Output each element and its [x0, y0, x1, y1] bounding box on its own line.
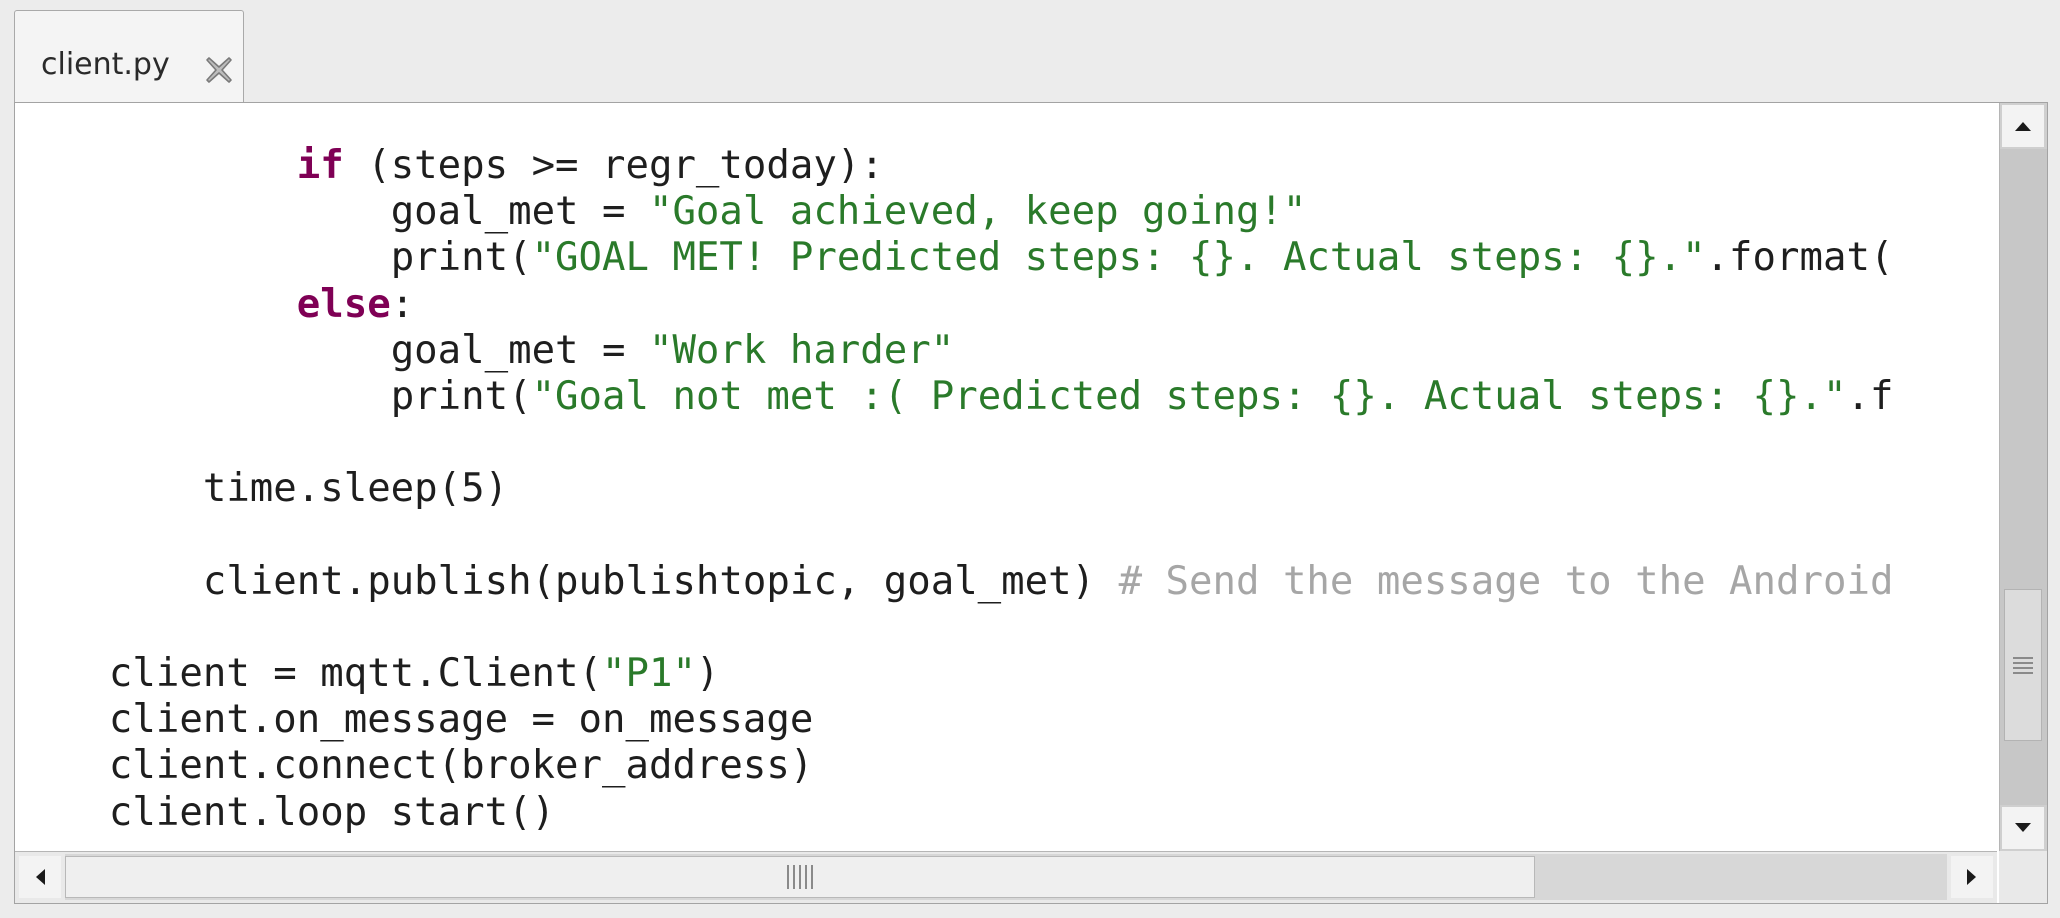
- code-token: .format(: [1705, 235, 1894, 281]
- code-line: client = mqtt.Client("P1"): [15, 651, 1893, 697]
- vertical-scrollbar[interactable]: [1999, 103, 2047, 851]
- code-line: time.sleep(5): [15, 466, 1893, 512]
- code-token: client.connect(broker_address): [108, 743, 814, 789]
- code-line: client.on_message = on_message: [15, 697, 1893, 743]
- arrow-up-icon[interactable]: [2002, 105, 2044, 147]
- string-token: "Goal achieved, keep going!": [648, 189, 1307, 235]
- code-token: ): [695, 651, 720, 697]
- code-line: client.loop start(): [15, 790, 1893, 836]
- code-token: time.sleep(5): [202, 466, 509, 512]
- code-token: client.loop start(): [108, 789, 556, 835]
- arrow-right-icon[interactable]: [1951, 856, 1993, 898]
- comment-token: # Send the message to the Android: [1118, 558, 1894, 604]
- keyword-token: else: [296, 281, 391, 327]
- tab-client-py[interactable]: client.py: [14, 10, 244, 102]
- tab-bar: client.py: [0, 0, 2060, 102]
- code-token: print(: [390, 373, 532, 419]
- string-token: "Goal not met :( Predicted steps: {}. Ac…: [531, 373, 1847, 419]
- code-token: (steps >= regr_today):: [343, 143, 884, 188]
- code-token: goal_met =: [390, 189, 649, 235]
- grip-lines-icon: [787, 865, 813, 889]
- code-token: :: [390, 281, 415, 327]
- close-x-icon[interactable]: [203, 54, 235, 86]
- code-line: goal_met = "Work harder": [15, 328, 1893, 374]
- code-line: if (steps >= regr_today):: [15, 143, 1893, 189]
- code-line: client.publish(publishtopic, goal_met) #…: [15, 558, 1894, 605]
- code-token: client.on_message = on_message: [108, 697, 814, 743]
- code-token: .f: [1846, 373, 1894, 419]
- code-line: else:: [15, 282, 1893, 328]
- string-token: "GOAL MET! Predicted steps: {}. Actual s…: [531, 235, 1706, 281]
- code-line: goal_met = "Goal achieved, keep going!": [15, 189, 1893, 235]
- scroll-corner: [1999, 851, 2047, 903]
- vertical-scroll-thumb[interactable]: [2004, 589, 2042, 741]
- horizontal-scroll-thumb[interactable]: [65, 856, 1535, 898]
- grip-lines-icon: [2013, 657, 2033, 674]
- keyword-token: if: [296, 143, 344, 188]
- editor-frame: if (steps >= regr_today): goal_met = "Go…: [14, 102, 2048, 904]
- code-line: print("Goal not met :( Predicted steps: …: [15, 373, 1894, 420]
- string-token: "Work harder": [648, 327, 955, 373]
- tab-title: client.py: [41, 47, 170, 82]
- code-text: if (steps >= regr_today): goal_met = "Go…: [15, 143, 1894, 836]
- code-token: client.publish(publishtopic, goal_met): [202, 558, 1119, 604]
- code-line: print("GOAL MET! Predicted steps: {}. Ac…: [15, 235, 1894, 281]
- string-token: "P1": [602, 651, 696, 697]
- code-token: goal_met =: [390, 327, 649, 373]
- code-token: print(: [390, 235, 532, 281]
- arrow-down-icon[interactable]: [2002, 807, 2044, 849]
- horizontal-scrollbar[interactable]: [15, 851, 1997, 903]
- horizontal-scroll-track[interactable]: [65, 854, 1947, 900]
- code-token: client = mqtt.Client(: [108, 651, 603, 697]
- code-editor[interactable]: if (steps >= regr_today): goal_met = "Go…: [15, 103, 1997, 851]
- code-line: client.connect(broker_address): [15, 743, 1893, 789]
- arrow-left-icon[interactable]: [19, 856, 61, 898]
- vertical-scroll-track[interactable]: [2000, 149, 2047, 805]
